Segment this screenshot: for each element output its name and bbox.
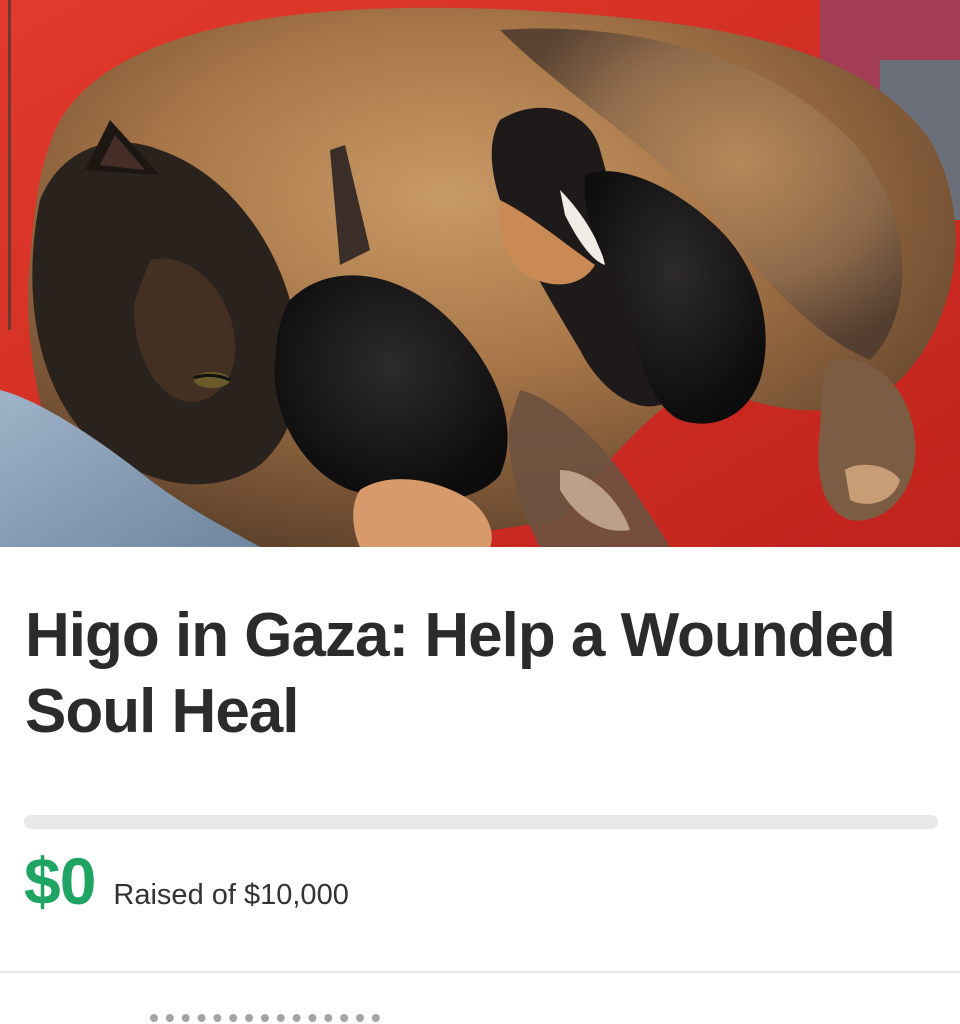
cut-off-organizer-text [150, 1010, 410, 1024]
campaign-title: Higo in Gaza: Help a Wounded Soul Heal [25, 601, 896, 746]
cat-photo-illustration [0, 0, 960, 547]
campaign-cover-photo[interactable] [0, 0, 960, 547]
amount-raised-summary: $0 Raised of $10,000 [24, 846, 349, 916]
goal-label: Raised of $10,000 [113, 879, 349, 911]
fundraiser-page: Higo in Gaza: Help a Wounded Soul Heal $… [0, 0, 960, 1024]
raised-amount: $0 [24, 844, 96, 918]
fundraising-progress-bar [24, 815, 938, 829]
section-divider [0, 971, 960, 973]
